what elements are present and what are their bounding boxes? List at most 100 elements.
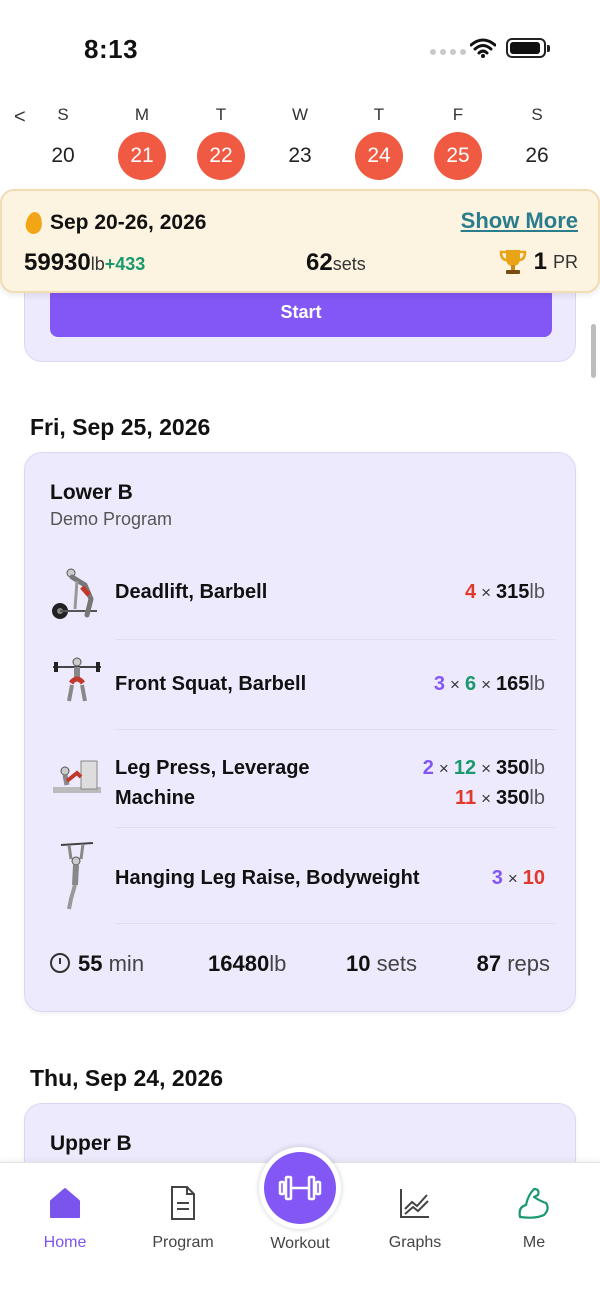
flexed-arm-icon bbox=[518, 1187, 549, 1219]
row-divider bbox=[115, 923, 555, 924]
exercise-name-line2: Machine bbox=[115, 787, 196, 809]
weight-value: 350 bbox=[496, 787, 530, 809]
sets-value: 10 bbox=[346, 951, 371, 976]
weight-unit: lb bbox=[529, 787, 545, 809]
graph-icon bbox=[400, 1189, 429, 1218]
scrollbar[interactable] bbox=[591, 324, 596, 378]
exercise-sets: 3 × 6 × 165lb bbox=[433, 673, 545, 695]
duration-stat: 55 min bbox=[50, 951, 144, 977]
day-letter: M bbox=[134, 105, 150, 124]
program-name: Demo Program bbox=[50, 509, 173, 529]
exercise-row[interactable]: Front Squat, Barbell 3 × 6 × 165lb bbox=[25, 639, 577, 731]
hanging-leg-raise-figure-icon bbox=[60, 842, 94, 910]
weekly-sets: 62sets bbox=[306, 249, 366, 277]
exercise-sets-2: 11 × 350lb bbox=[454, 787, 545, 809]
reps-count: 12 bbox=[453, 757, 477, 779]
day-number: 25 bbox=[434, 132, 482, 180]
exercise-name: Leg Press, Leverage bbox=[115, 757, 310, 779]
dumbbell-icon bbox=[278, 1175, 322, 1201]
weekly-pr: 1 PR bbox=[498, 247, 578, 277]
day-number: 21 bbox=[118, 132, 166, 180]
week-range-label: Sep 20-26, 2026 bbox=[50, 211, 207, 234]
nav-graphs-label: Graphs bbox=[388, 1234, 442, 1251]
day-number: 24 bbox=[355, 132, 403, 180]
day-letter: T bbox=[215, 105, 227, 124]
flame-icon bbox=[24, 210, 44, 236]
signal-icon bbox=[430, 49, 466, 55]
nav-home-label: Home bbox=[43, 1234, 87, 1251]
nav-program-label: Program bbox=[152, 1234, 214, 1251]
status-bar: 8:13 bbox=[0, 0, 600, 96]
front-squat-figure-icon bbox=[53, 657, 101, 702]
day-fri[interactable]: F 25 bbox=[428, 100, 488, 180]
day-tue[interactable]: T 22 bbox=[191, 100, 251, 180]
weekly-sets-value: 62 bbox=[306, 249, 333, 276]
day-number: 26 bbox=[525, 144, 549, 167]
exercise-name: Deadlift, Barbell bbox=[115, 581, 268, 603]
day-mon[interactable]: M 21 bbox=[112, 100, 172, 180]
workout-fab-button[interactable] bbox=[259, 1147, 341, 1229]
weekly-pr-unit: PR bbox=[552, 251, 578, 272]
weekly-volume-unit: lb bbox=[90, 254, 105, 274]
exercise-sets: 4 × 315lb bbox=[464, 581, 545, 603]
day-letter: S bbox=[57, 105, 69, 124]
day-wed[interactable]: W 23 bbox=[270, 100, 330, 180]
row-divider bbox=[115, 827, 555, 828]
exercise-name: Hanging Leg Raise, Bodyweight bbox=[115, 867, 420, 889]
home-icon bbox=[50, 1188, 80, 1218]
nav-workout-label: Workout bbox=[270, 1235, 330, 1252]
weight-unit: lb bbox=[529, 757, 545, 779]
weekly-volume-delta: +433 bbox=[104, 254, 146, 274]
nav-graphs[interactable]: Graphs bbox=[360, 1183, 470, 1252]
weekly-pr-value: 1 bbox=[533, 248, 547, 275]
start-button[interactable]: Start bbox=[50, 287, 552, 337]
weight-value: 315 bbox=[496, 581, 530, 603]
weight-unit: lb bbox=[529, 581, 545, 603]
sets-count: 3 bbox=[491, 867, 503, 889]
nav-home[interactable]: Home bbox=[10, 1183, 120, 1252]
trophy-icon bbox=[499, 250, 526, 274]
duration-value: 55 bbox=[78, 951, 103, 976]
date-heading-fri: Fri, Sep 25, 2026 bbox=[30, 414, 211, 440]
volume-unit: lb bbox=[269, 951, 287, 976]
day-number: 22 bbox=[197, 132, 245, 180]
reps-unit: reps bbox=[507, 951, 550, 976]
nav-me-label: Me bbox=[522, 1234, 546, 1251]
workout-name: Upper B bbox=[50, 1132, 132, 1155]
sets-count: 4 bbox=[464, 581, 477, 603]
day-thu[interactable]: T 24 bbox=[349, 100, 409, 180]
exercise-name: Front Squat, Barbell bbox=[115, 673, 307, 695]
workout-card[interactable]: Lower B Demo Program Deadlift, Barbell 4… bbox=[24, 452, 576, 1012]
volume-value: 16480 bbox=[208, 951, 270, 976]
sets-stat: 10 sets bbox=[346, 951, 417, 977]
reps-count: 10 bbox=[522, 867, 545, 889]
prev-week-button[interactable]: < bbox=[14, 106, 26, 129]
nav-program[interactable]: Program bbox=[128, 1183, 238, 1252]
exercise-sets: 3 × 10 bbox=[491, 867, 545, 889]
nav-me[interactable]: Me bbox=[479, 1183, 589, 1252]
day-letter: S bbox=[531, 105, 543, 124]
day-number: 23 bbox=[288, 144, 312, 167]
timer-icon bbox=[50, 953, 70, 973]
exercise-row[interactable]: Hanging Leg Raise, Bodyweight 3 × 10 bbox=[25, 829, 577, 925]
weight-value: 165 bbox=[496, 673, 530, 695]
exercise-row[interactable]: Leg Press, Leverage Machine 2 × 12 × 350lb 1… bbox=[25, 731, 577, 829]
show-more-link[interactable]: Show More bbox=[461, 208, 578, 234]
workout-name: Lower B bbox=[50, 481, 133, 504]
weight-unit: lb bbox=[529, 673, 545, 695]
day-sat[interactable]: S 26 bbox=[507, 100, 567, 180]
day-number: 20 bbox=[51, 144, 75, 167]
leg-press-figure-icon bbox=[53, 760, 101, 793]
exercise-row[interactable]: Deadlift, Barbell 4 × 315lb bbox=[25, 557, 577, 641]
reps-value: 87 bbox=[476, 951, 502, 976]
volume-stat: 16480lb bbox=[208, 951, 286, 977]
sets-unit: sets bbox=[376, 951, 417, 976]
weekly-volume-value: 59930 bbox=[24, 249, 91, 276]
day-letter: F bbox=[452, 105, 464, 124]
sets-count: 2 bbox=[422, 757, 434, 779]
week-strip: < S 20 M 21 T 22 W 23 T 24 F 25 S 26 bbox=[0, 100, 600, 190]
reps-stat: 87 reps bbox=[477, 951, 550, 977]
weekly-sets-unit: sets bbox=[332, 254, 366, 274]
row-divider bbox=[115, 729, 555, 730]
day-sun[interactable]: S 20 bbox=[33, 100, 93, 180]
